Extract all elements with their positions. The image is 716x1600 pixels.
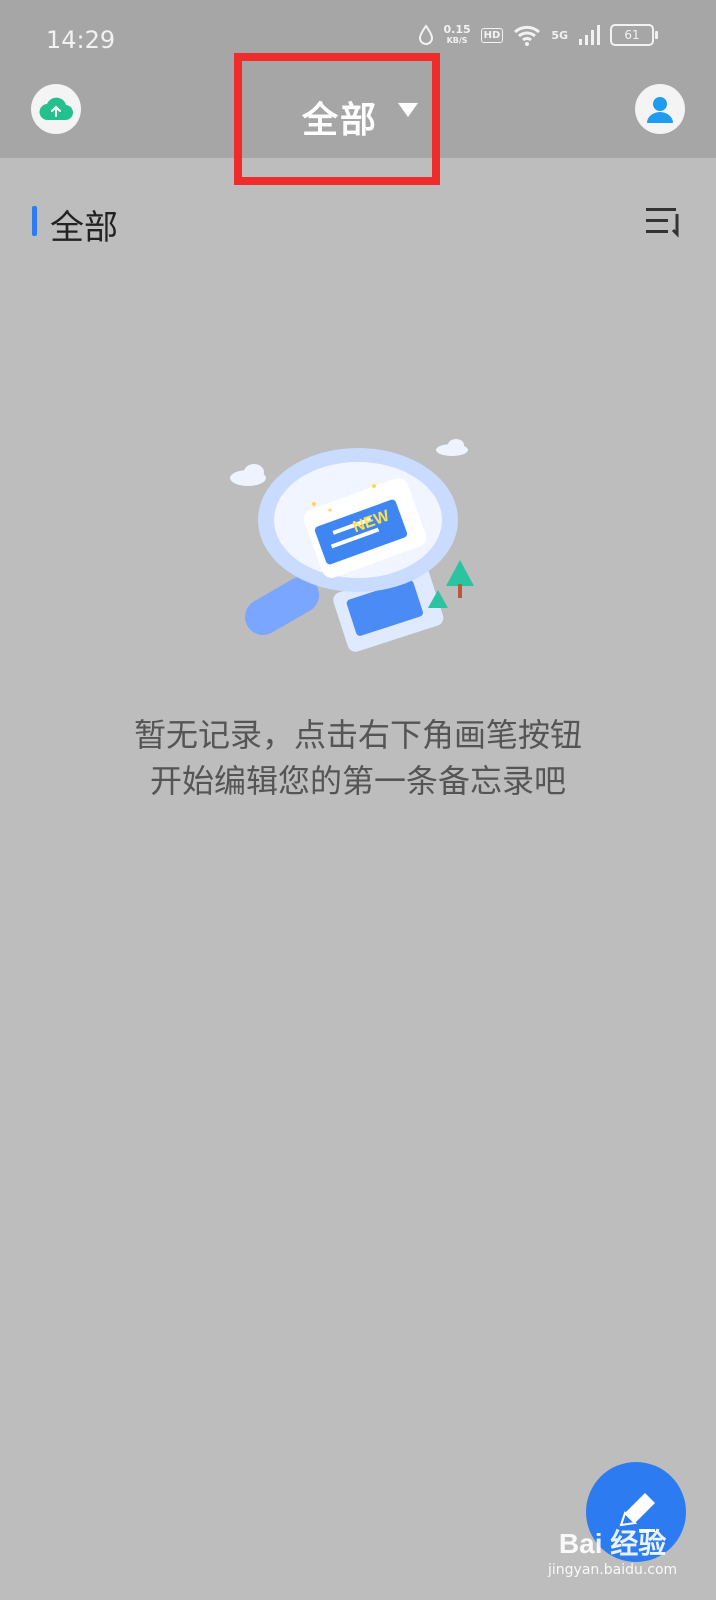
wifi-icon (514, 25, 541, 46)
watermark-url: jingyan.baidu.com (548, 1562, 678, 1578)
empty-message-line-2: 开始编辑您的第一条备忘录吧 (149, 762, 566, 800)
cloud-sync-button[interactable] (31, 84, 81, 134)
app-header: 全部 (0, 53, 716, 185)
watermark-logo: Bai 经验 (558, 1528, 667, 1559)
hd-badge: HD (480, 27, 504, 43)
section-header: 全部 (0, 196, 716, 248)
signal-icon (579, 25, 600, 45)
status-icons: 0.15 KB/S HD 5G 61 (418, 24, 658, 46)
net-speed-unit: KB/S (446, 36, 468, 45)
cloud-icon (436, 439, 468, 456)
empty-state-illustration: NEW (230, 439, 474, 652)
cloud-upload-icon (39, 97, 73, 121)
user-icon (647, 97, 673, 123)
status-time: 14:29 (46, 26, 116, 54)
battery-indicator: 61 (610, 24, 658, 46)
section-title: 全部 (50, 208, 118, 248)
empty-message-line-1: 暂无记录，点击右下角画笔按钮 (133, 716, 582, 754)
empty-state-message: 暂无记录，点击右下角画笔按钮 开始编辑您的第一条备忘录吧 (0, 712, 716, 804)
magnifier-icon: NEW (258, 448, 458, 592)
network-type: 5G (551, 28, 568, 42)
folder-selector[interactable]: 全部 (234, 53, 440, 185)
watermark: Bai 经验 jingyan.baidu.com (548, 1522, 677, 1578)
net-speed: 0.15 KB/S (444, 24, 471, 46)
net-speed-value: 0.15 (443, 23, 471, 36)
drop-icon (418, 24, 433, 45)
profile-button[interactable] (635, 84, 685, 134)
folder-title: 全部 (302, 100, 379, 141)
tree-icon (428, 560, 474, 608)
cloud-icon (230, 464, 266, 486)
sort-list-icon[interactable] (644, 202, 684, 240)
section-accent-bar (32, 206, 37, 236)
dropdown-caret-icon (398, 103, 418, 117)
battery-level: 61 (624, 28, 640, 42)
